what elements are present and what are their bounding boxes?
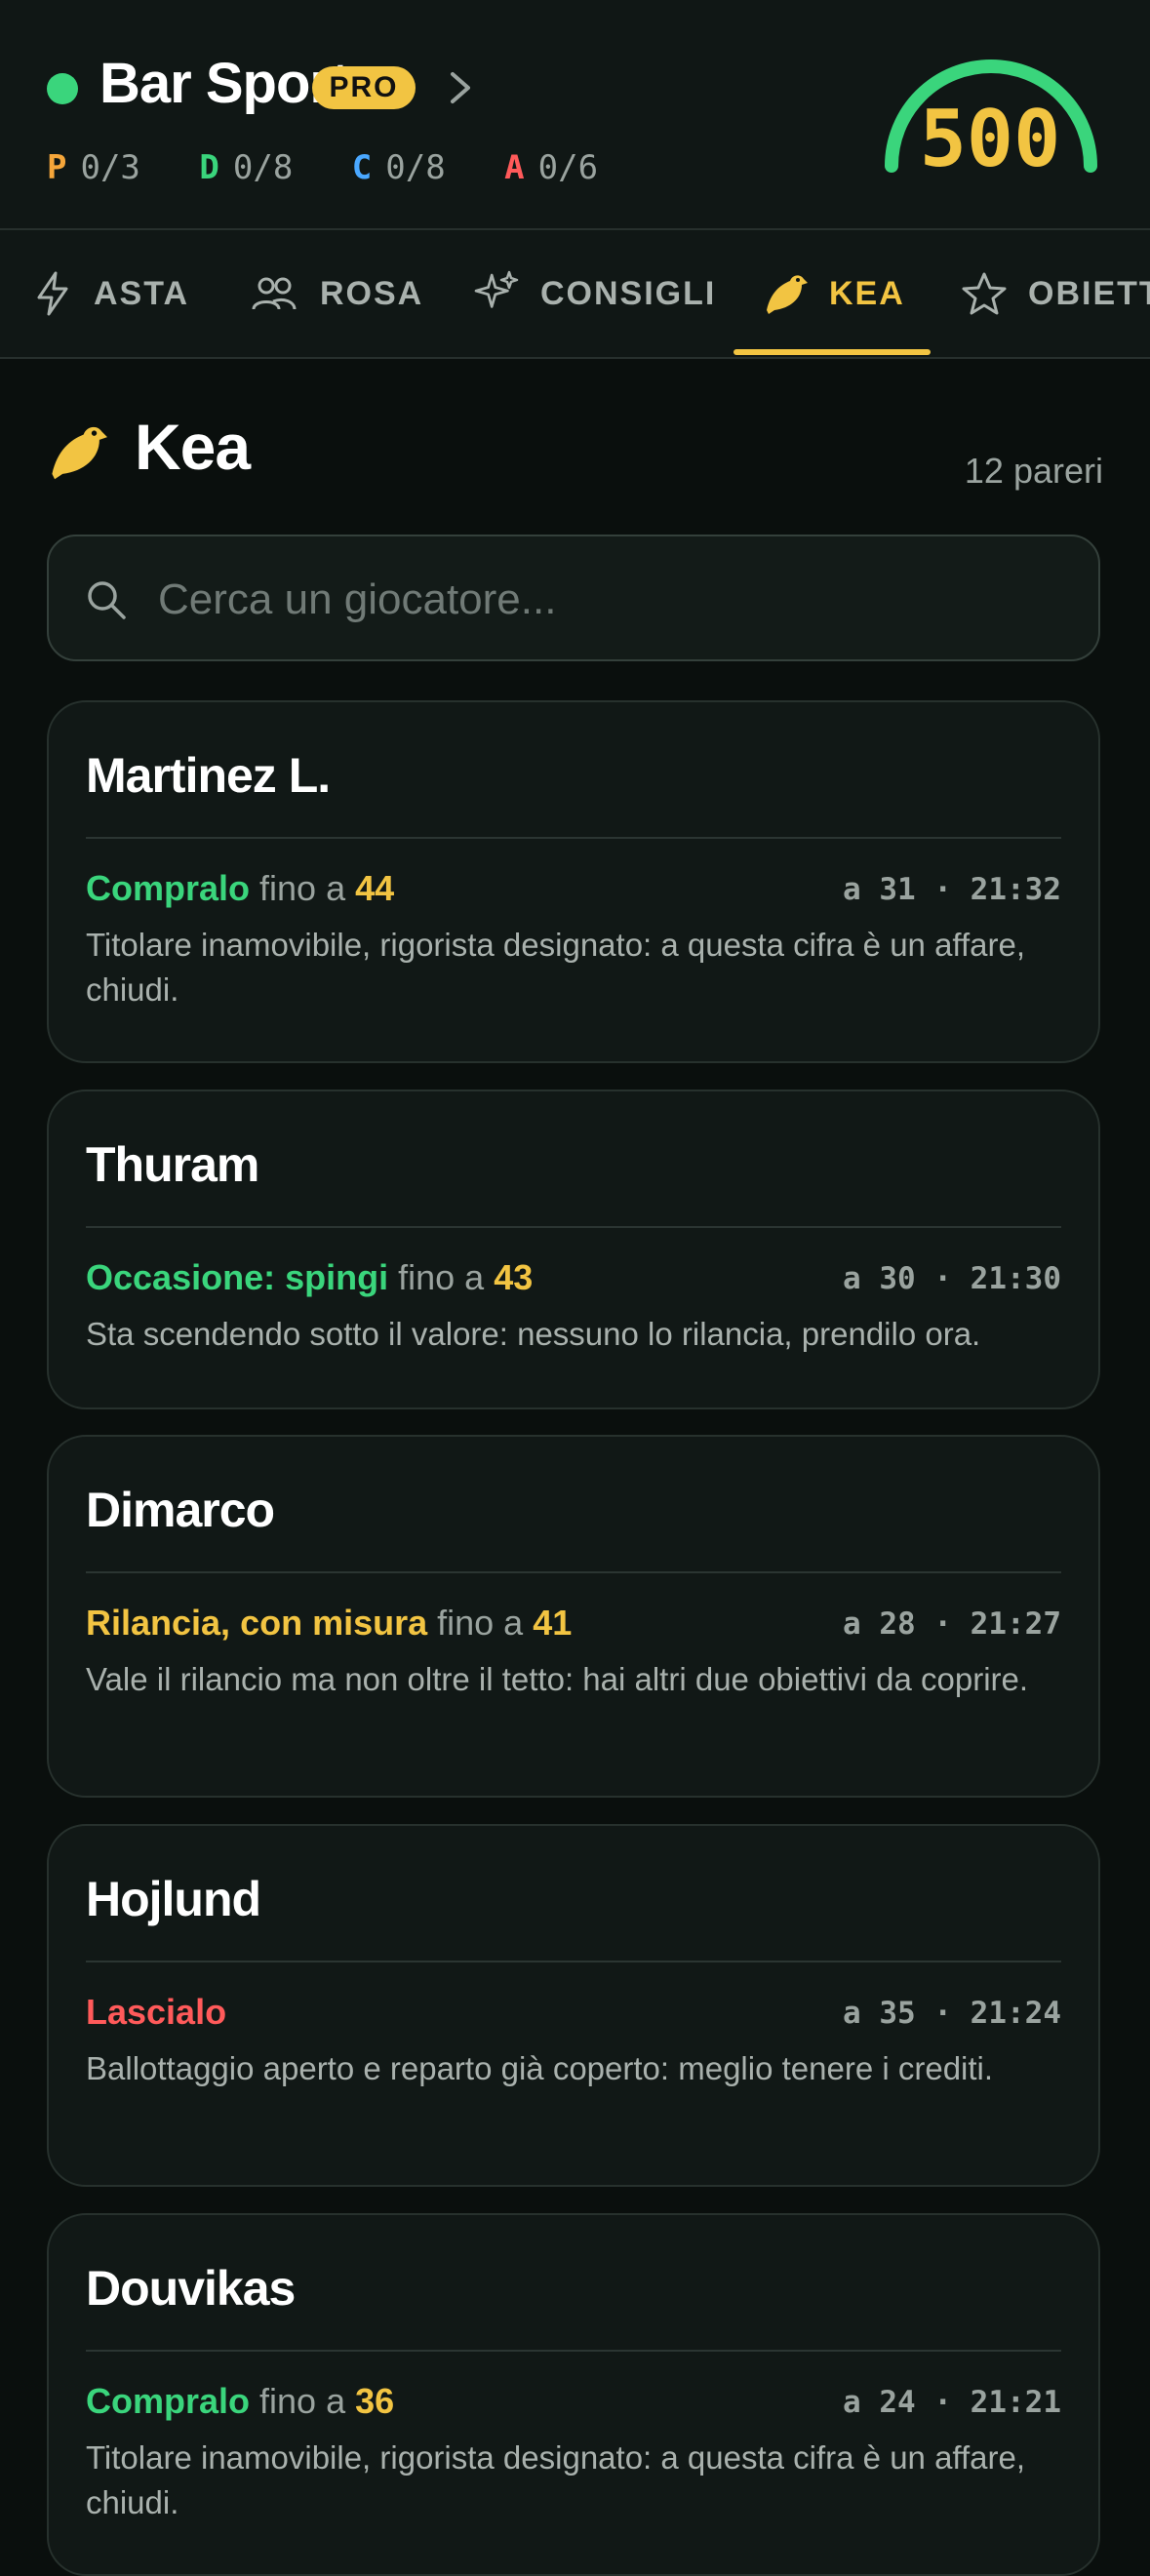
- page-title: Kea: [135, 411, 251, 483]
- quota-value: 0/3: [80, 148, 140, 187]
- tab-label: OBIETTIVI: [1028, 274, 1150, 312]
- quota-d: D 0/8: [199, 148, 293, 187]
- divider: [86, 1571, 1061, 1573]
- limit-prefix: fino a: [437, 1603, 524, 1643]
- verdict: Compralo: [86, 2381, 251, 2421]
- search-icon: [88, 581, 126, 619]
- sparkles-icon: [474, 270, 519, 308]
- advice-card[interactable]: Thuram Occasione: spingi fino a 43 a 30 …: [47, 1090, 1100, 1409]
- verdict-line: Occasione: spingi fino a 43: [86, 1257, 533, 1298]
- tab-obiettivi[interactable]: OBIETTIVI: [962, 230, 1150, 357]
- tab-rosa[interactable]: ROSA: [250, 230, 423, 357]
- quota-value: 0/8: [385, 148, 446, 187]
- active-tab-indicator: [734, 349, 931, 355]
- tab-label: ASTA: [94, 274, 190, 312]
- advice-note: Vale il rilancio ma non oltre il tetto: …: [86, 1661, 1029, 1697]
- limit-value: 36: [355, 2381, 395, 2421]
- tab-label: KEA: [829, 274, 905, 312]
- role-quotas: P 0/3 D 0/8 C 0/8 A 0/6: [47, 148, 637, 187]
- player-name: Martinez L.: [86, 748, 331, 803]
- quota-p: P 0/3: [47, 148, 140, 187]
- bid-time: a 31 · 21:32: [843, 872, 1061, 907]
- advice-note: Titolare inamovibile, rigorista designat…: [86, 2439, 1026, 2520]
- header: Bar Sport PRO P 0/3 D 0/8 C 0/8 A 0/6 500: [0, 0, 1150, 230]
- limit-prefix: fino a: [259, 868, 346, 908]
- divider: [86, 837, 1061, 839]
- divider: [86, 1226, 1061, 1228]
- bid-time: a 24 · 21:21: [843, 2385, 1061, 2420]
- bid-time: a 30 · 21:30: [843, 1261, 1061, 1296]
- player-name: Thuram: [86, 1137, 259, 1192]
- credits-value: 500: [919, 94, 1061, 184]
- bolt-icon: [37, 271, 68, 316]
- player-name: Douvikas: [86, 2261, 296, 2316]
- verdict-line: Rilancia, con misura fino a 41: [86, 1603, 572, 1644]
- limit-prefix: fino a: [259, 2381, 346, 2421]
- bid-time: a 35 · 21:24: [843, 1996, 1061, 2031]
- tab-consigli[interactable]: CONSIGLI: [472, 230, 716, 357]
- divider: [86, 2350, 1061, 2352]
- verdict: Compralo: [86, 868, 251, 908]
- verdict-line: Compralo fino a 44: [86, 868, 394, 909]
- star-icon: [962, 272, 1007, 315]
- advice-card[interactable]: Hojlund Lascialo a 35 · 21:24 Ballottagg…: [47, 1824, 1100, 2187]
- tab-label: CONSIGLI: [540, 274, 717, 312]
- tab-label: ROSA: [320, 274, 424, 312]
- advice-card[interactable]: Douvikas Compralo fino a 36 a 24 · 21:21…: [47, 2213, 1100, 2576]
- verdict-line: Lascialo: [86, 1992, 226, 2033]
- bird-icon: [52, 426, 107, 480]
- advice-card[interactable]: Dimarco Rilancia, con misura fino a 41 a…: [47, 1435, 1100, 1798]
- limit-value: 44: [355, 868, 395, 908]
- verdict: Rilancia, con misura: [86, 1603, 428, 1643]
- bid-time: a 28 · 21:27: [843, 1606, 1061, 1642]
- advice-note: Titolare inamovibile, rigorista designat…: [86, 927, 1026, 1008]
- advice-note: Ballottaggio aperto e reparto già copert…: [86, 2050, 994, 2086]
- search-input[interactable]: [156, 558, 1077, 642]
- chevron-right-icon[interactable]: [447, 68, 474, 107]
- verdict: Occasione: spingi: [86, 1257, 389, 1297]
- advice-card[interactable]: Martinez L. Compralo fino a 44 a 31 · 21…: [47, 700, 1100, 1063]
- tab-bar: ASTA ROSA CONSIGLI KEA OBIETTIVI: [0, 230, 1150, 359]
- quota-c: C 0/8: [352, 148, 446, 187]
- quota-role: A: [504, 148, 525, 187]
- pro-badge: PRO: [312, 66, 416, 109]
- quota-a: A 0/6: [504, 148, 598, 187]
- opinion-count: 12 pareri: [964, 451, 1103, 491]
- limit-value: 41: [533, 1603, 573, 1643]
- divider: [86, 1961, 1061, 1962]
- tab-asta[interactable]: ASTA: [33, 230, 189, 357]
- advice-note: Sta scendendo sotto il valore: nessuno l…: [86, 1316, 981, 1352]
- bird-icon: [767, 275, 808, 314]
- limit-prefix: fino a: [398, 1257, 485, 1297]
- limit-value: 43: [494, 1257, 534, 1297]
- online-status-dot: [47, 73, 78, 104]
- quota-role: C: [351, 148, 373, 187]
- player-name: Hojlund: [86, 1872, 261, 1926]
- league-name[interactable]: Bar Sport: [99, 51, 349, 116]
- users-icon: [252, 277, 297, 310]
- quota-role: P: [47, 148, 67, 187]
- tab-kea[interactable]: KEA: [763, 230, 905, 357]
- quota-value: 0/8: [232, 148, 294, 187]
- quota-role: D: [199, 148, 219, 187]
- verdict-line: Compralo fino a 36: [86, 2381, 394, 2422]
- quota-value: 0/6: [537, 148, 599, 187]
- player-name: Dimarco: [86, 1483, 275, 1537]
- search-box: [47, 535, 1100, 661]
- verdict: Lascialo: [86, 1992, 227, 2032]
